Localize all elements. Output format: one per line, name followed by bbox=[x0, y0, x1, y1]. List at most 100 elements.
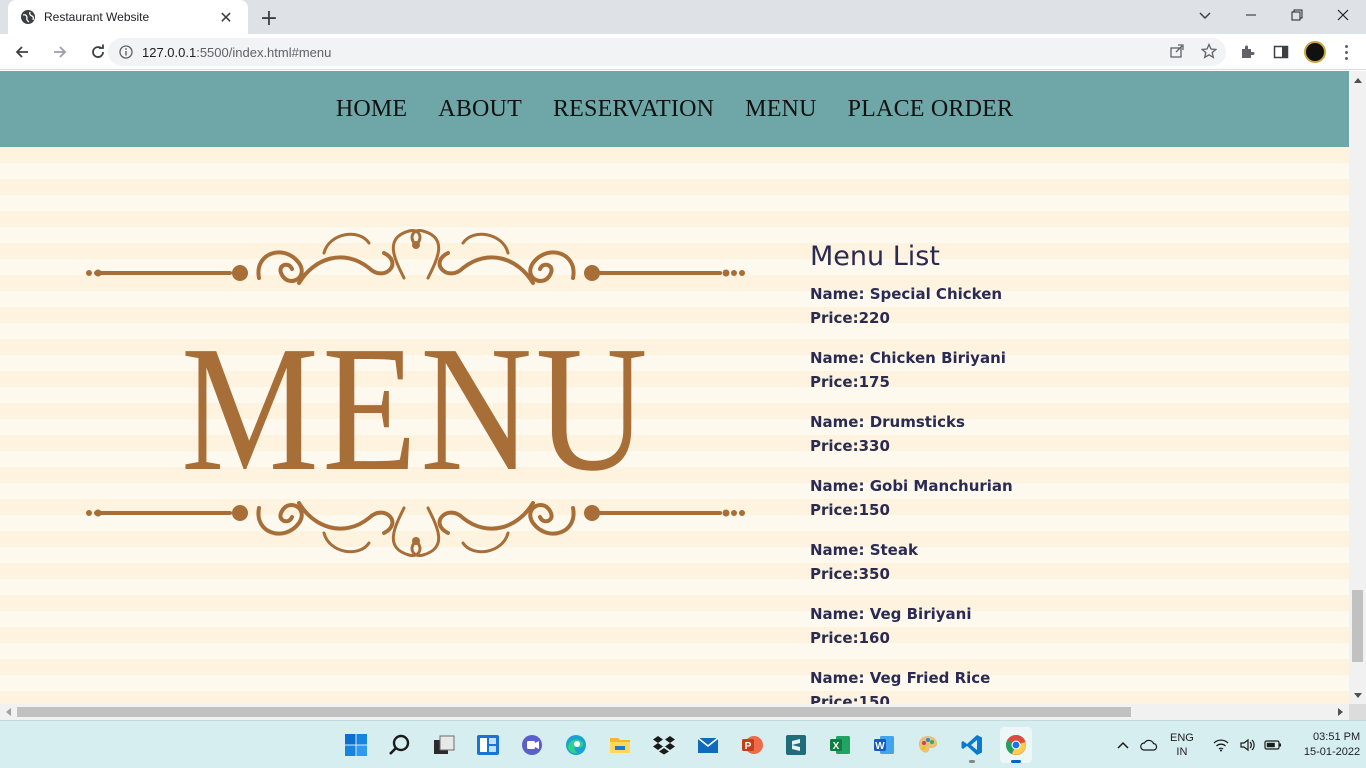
browser-tab[interactable]: Restaurant Website ✕ bbox=[8, 0, 248, 34]
url-text: 127.0.0.1:5500/index.html#menu bbox=[142, 45, 331, 60]
search-icon bbox=[389, 734, 410, 755]
file-explorer-button[interactable] bbox=[604, 727, 636, 763]
vscode-button[interactable] bbox=[956, 727, 988, 763]
url-host: 127.0.0.1 bbox=[142, 44, 197, 60]
address-bar[interactable]: 127.0.0.1:5500/index.html#menu bbox=[108, 38, 1226, 66]
list-item: Name: Steak Price:350 bbox=[810, 538, 1230, 586]
window-controls bbox=[1228, 0, 1366, 30]
browser-toolbar: 127.0.0.1:5500/index.html#menu bbox=[0, 34, 1366, 70]
clock[interactable]: 03:51 PM 15-01-2022 bbox=[1304, 730, 1360, 760]
battery-icon[interactable] bbox=[1263, 735, 1283, 755]
mail-button[interactable] bbox=[692, 727, 724, 763]
menu-item-price: Price:330 bbox=[810, 437, 890, 455]
chrome-icon bbox=[1006, 734, 1026, 755]
arrow-left-icon bbox=[15, 45, 28, 58]
vertical-scrollbar[interactable] bbox=[1349, 71, 1366, 704]
forward-button[interactable] bbox=[44, 36, 76, 68]
scroll-right-arrow-icon[interactable] bbox=[1333, 704, 1349, 720]
horizontal-scrollbar[interactable] bbox=[0, 704, 1349, 720]
minimize-button[interactable] bbox=[1228, 0, 1274, 30]
excel-button[interactable]: X bbox=[824, 727, 856, 763]
chrome-button[interactable] bbox=[1000, 727, 1032, 763]
horizontal-scroll-thumb[interactable] bbox=[17, 707, 1131, 717]
sublime-icon bbox=[786, 735, 806, 755]
toolbar-right bbox=[1236, 34, 1354, 70]
menu-item-price: Price:220 bbox=[810, 309, 890, 327]
star-icon[interactable] bbox=[1200, 42, 1218, 60]
page-viewport: HOME ABOUT RESERVATION MENU PLACE ORDER bbox=[0, 71, 1349, 704]
chevron-up-icon[interactable] bbox=[1113, 735, 1133, 755]
scroll-up-arrow-icon[interactable] bbox=[1349, 71, 1366, 88]
vertical-scroll-thumb[interactable] bbox=[1352, 590, 1363, 662]
more-menu-icon[interactable] bbox=[1338, 41, 1354, 63]
active-indicator bbox=[1011, 760, 1021, 763]
puzzle-icon[interactable] bbox=[1236, 41, 1258, 63]
dropbox-button[interactable] bbox=[648, 727, 680, 763]
new-tab-button[interactable]: + bbox=[256, 5, 282, 31]
language-indicator[interactable]: ENG IN bbox=[1170, 731, 1194, 759]
onedrive-cloud-icon[interactable] bbox=[1139, 735, 1159, 755]
arrow-right-icon bbox=[54, 45, 67, 58]
chat-icon bbox=[522, 735, 542, 755]
powerpoint-button[interactable]: P bbox=[736, 727, 768, 763]
svg-text:W: W bbox=[875, 741, 885, 752]
widgets-icon bbox=[477, 735, 499, 755]
sublime-text-button[interactable] bbox=[780, 727, 812, 763]
restore-button[interactable] bbox=[1274, 0, 1320, 30]
word-button[interactable]: W bbox=[868, 727, 900, 763]
tab-title: Restaurant Website bbox=[44, 10, 150, 24]
windows-icon bbox=[345, 734, 367, 756]
close-icon[interactable]: ✕ bbox=[216, 7, 236, 27]
tab-search-button[interactable] bbox=[1190, 4, 1220, 28]
widgets-button[interactable] bbox=[472, 727, 504, 763]
menu-item-name: Name: Drumsticks bbox=[810, 413, 965, 431]
side-panel-icon[interactable] bbox=[1270, 41, 1292, 63]
dropbox-icon bbox=[653, 736, 675, 755]
share-icon[interactable] bbox=[1168, 42, 1186, 60]
profile-avatar[interactable] bbox=[1304, 41, 1326, 63]
taskbar-apps: P X W bbox=[340, 727, 1032, 763]
reload-icon bbox=[92, 44, 104, 58]
nav-place-order[interactable]: PLACE ORDER bbox=[848, 96, 1014, 123]
language-code: ENG bbox=[1170, 732, 1194, 744]
scrollbar-corner bbox=[1349, 704, 1366, 720]
list-item: Name: Veg Biriyani Price:160 bbox=[810, 602, 1230, 650]
nav-reservation[interactable]: RESERVATION bbox=[553, 96, 714, 123]
menu-item-name: Name: Steak bbox=[810, 541, 918, 559]
list-item: Name: Chicken Biriyani Price:175 bbox=[810, 346, 1230, 394]
list-item: Name: Gobi Manchurian Price:150 bbox=[810, 474, 1230, 522]
paint-palette-icon bbox=[918, 736, 938, 753]
scroll-left-arrow-icon[interactable] bbox=[0, 704, 16, 720]
svg-text:P: P bbox=[745, 741, 752, 752]
menu-item-price: Price:175 bbox=[810, 373, 890, 391]
menu-item-price: Price:150 bbox=[810, 501, 890, 519]
menu-item-name: Name: Special Chicken bbox=[810, 285, 1003, 303]
list-item: Name: Veg Fried Rice Price:150 bbox=[810, 666, 1230, 704]
back-button[interactable] bbox=[6, 36, 38, 68]
nav-menu[interactable]: MENU bbox=[745, 96, 816, 123]
taskbar: P X W ENG IN 03:51 PM 15-01-2022 bbox=[0, 720, 1366, 768]
site-navbar: HOME ABOUT RESERVATION MENU PLACE ORDER bbox=[0, 71, 1349, 147]
menu-item-price: Price:350 bbox=[810, 565, 890, 583]
wifi-icon[interactable] bbox=[1211, 735, 1231, 755]
menu-list-section: Menu List Name: Special Chicken Price:22… bbox=[810, 241, 1230, 704]
close-window-button[interactable] bbox=[1320, 0, 1366, 30]
running-indicator bbox=[969, 760, 975, 763]
start-button[interactable] bbox=[340, 727, 372, 763]
search-button[interactable] bbox=[384, 727, 416, 763]
mail-icon bbox=[697, 737, 719, 753]
chevron-down-icon bbox=[1199, 12, 1211, 20]
omnibox-actions bbox=[1168, 42, 1218, 60]
powerpoint-icon: P bbox=[742, 736, 763, 754]
nav-about[interactable]: ABOUT bbox=[438, 96, 522, 123]
paint-button[interactable] bbox=[912, 727, 944, 763]
info-icon[interactable] bbox=[118, 44, 134, 60]
edge-button[interactable] bbox=[560, 727, 592, 763]
teams-chat-button[interactable] bbox=[516, 727, 548, 763]
task-view-button[interactable] bbox=[428, 727, 460, 763]
menu-item-name: Name: Veg Biriyani bbox=[810, 605, 972, 623]
nav-home[interactable]: HOME bbox=[336, 96, 407, 123]
menu-item-name: Name: Gobi Manchurian bbox=[810, 477, 1013, 495]
volume-icon[interactable] bbox=[1237, 735, 1257, 755]
scroll-down-arrow-icon[interactable] bbox=[1349, 687, 1366, 704]
